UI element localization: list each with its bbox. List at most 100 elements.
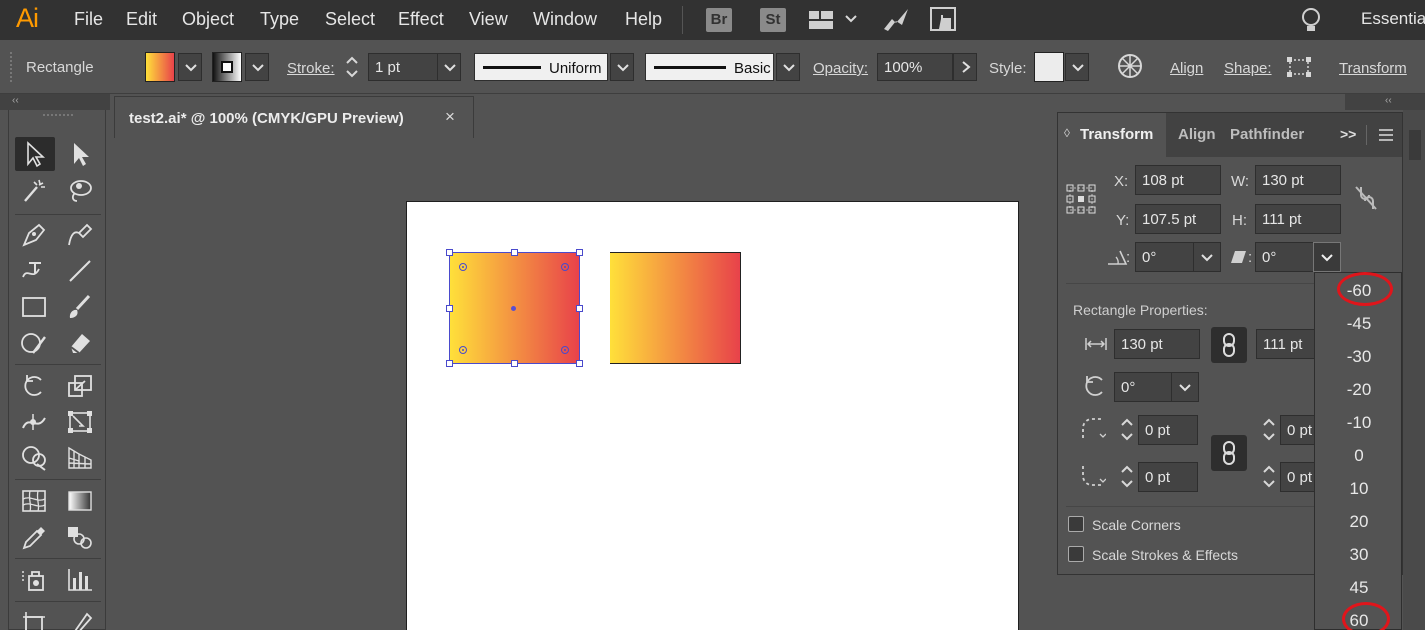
perspective-grid-tool[interactable] [61,441,101,475]
lightbulb-icon[interactable] [1300,7,1322,33]
rect-height-input[interactable]: 111 pt [1256,329,1316,359]
shape-builder-tool[interactable] [15,441,55,475]
align-panel-link[interactable]: Align [1170,60,1203,77]
recolor-artwork-icon[interactable] [1117,53,1143,79]
paintbrush-tool[interactable] [61,290,101,324]
angle-option[interactable]: 45 [1309,578,1409,598]
constrain-proportions-icon[interactable] [1352,183,1380,213]
rectangle-tool[interactable] [15,290,55,324]
toolbar-grip[interactable] [43,114,73,118]
more-tabs-icon[interactable]: >> [1340,126,1356,142]
curvature-tool[interactable] [61,218,101,252]
reference-point-locator-icon[interactable] [1065,183,1097,215]
scale-corners-checkbox[interactable] [1068,516,1084,532]
width-input[interactable]: 130 pt [1255,165,1341,195]
corner-type-top-icon[interactable] [1082,418,1106,440]
corner-tl-stepper[interactable] [1116,415,1138,445]
opacity-input[interactable]: 100% [877,53,953,81]
column-graph-tool[interactable] [61,563,101,597]
link-dimensions-button[interactable] [1211,327,1247,363]
collapse-left-icon[interactable]: ‹‹ [12,95,19,106]
brush-definition[interactable]: Basic [645,53,774,81]
mesh-tool[interactable] [15,484,55,518]
shear-dropdown[interactable] [1313,242,1341,272]
bounding-box-handle[interactable] [511,249,518,256]
angle-option[interactable]: 10 [1309,479,1409,499]
arrange-documents-icon[interactable] [808,9,858,31]
corner-bl-stepper[interactable] [1116,462,1138,492]
shaper-tool[interactable] [15,326,55,360]
bounding-box-handle[interactable] [576,249,583,256]
gradient-rectangle[interactable] [610,252,741,364]
menu-type[interactable]: Type [260,9,299,30]
bounding-box-handle[interactable] [446,249,453,256]
angle-option[interactable]: 0 [1309,446,1409,466]
angle-option[interactable]: -45 [1309,314,1409,334]
fill-swatch[interactable] [145,52,175,82]
artboard-tool[interactable] [15,605,55,630]
magic-wand-tool[interactable] [15,174,55,208]
shape-bounds-icon[interactable] [1286,56,1312,78]
tab-pathfinder[interactable]: Pathfinder [1230,126,1304,143]
scale-strokes-checkbox[interactable] [1068,546,1084,562]
free-transform-tool[interactable] [61,405,101,439]
menu-effect[interactable]: Effect [398,9,444,30]
corner-widget[interactable] [561,263,569,271]
scrollbar-thumb[interactable] [1409,130,1421,160]
lasso-tool[interactable] [61,174,101,208]
eyedropper-tool[interactable] [15,520,55,554]
blend-tool[interactable] [61,520,101,554]
bridge-icon[interactable]: Br [706,8,732,32]
angle-option[interactable]: -30 [1309,347,1409,367]
bounding-box-handle[interactable] [446,305,453,312]
opacity-panel-link[interactable]: Opacity: [813,60,868,77]
corner-tl-input[interactable]: 0 pt [1138,415,1198,445]
slice-tool[interactable] [61,605,101,630]
corner-type-bottom-icon[interactable] [1082,465,1106,487]
graphic-style-dropdown[interactable] [1065,53,1089,81]
bounding-box-handle[interactable] [576,360,583,367]
angle-option[interactable]: 30 [1309,545,1409,565]
selection-tool[interactable] [15,137,55,171]
bounding-box-handle[interactable] [511,360,518,367]
rotate-dropdown[interactable] [1193,242,1221,272]
stroke-weight-input[interactable]: 1 pt [368,53,438,81]
rect-rotation-dropdown[interactable] [1171,372,1199,402]
rotate-input[interactable]: 0° [1135,242,1195,272]
menu-view[interactable]: View [469,9,508,30]
rect-width-input[interactable]: 130 pt [1114,329,1200,359]
shear-input[interactable]: 0° [1255,242,1315,272]
scale-tool[interactable] [61,369,101,403]
tab-transform[interactable]: Transform [1080,126,1153,143]
rotate-tool[interactable] [15,369,55,403]
pen-tool[interactable] [15,218,55,252]
workspace-switcher[interactable]: Essentia [1361,9,1425,29]
tab-align[interactable]: Align [1178,126,1216,143]
type-tool[interactable] [15,254,55,288]
symbol-sprayer-tool[interactable] [15,563,55,597]
toolbar-collapse-bar[interactable]: ‹‹ [0,94,110,110]
line-segment-tool[interactable] [61,254,101,288]
control-bar-grip[interactable] [10,52,12,82]
stroke-weight-stepper[interactable] [345,54,365,82]
width-tool[interactable] [15,405,55,439]
menu-window[interactable]: Window [533,9,597,30]
corner-widget[interactable] [561,346,569,354]
angle-option[interactable]: 20 [1309,512,1409,532]
bounding-box-handle[interactable] [576,305,583,312]
gpu-performance-icon[interactable] [882,7,910,33]
menu-select[interactable]: Select [325,9,375,30]
eraser-tool[interactable] [61,326,101,360]
stroke-weight-dropdown[interactable] [437,53,461,81]
angle-option[interactable]: -10 [1309,413,1409,433]
direct-selection-tool[interactable] [61,137,101,171]
close-document-icon[interactable]: × [445,107,455,127]
collapse-right-icon[interactable]: ‹‹ [1385,95,1392,106]
menu-object[interactable]: Object [182,9,234,30]
stroke-swatch-dropdown[interactable] [245,53,269,81]
stroke-panel-link[interactable]: Stroke: [287,60,335,77]
fill-dropdown[interactable] [178,53,202,81]
angle-option[interactable]: -20 [1309,380,1409,400]
corner-tr-stepper[interactable] [1258,415,1280,445]
profile-dropdown[interactable] [610,53,634,81]
